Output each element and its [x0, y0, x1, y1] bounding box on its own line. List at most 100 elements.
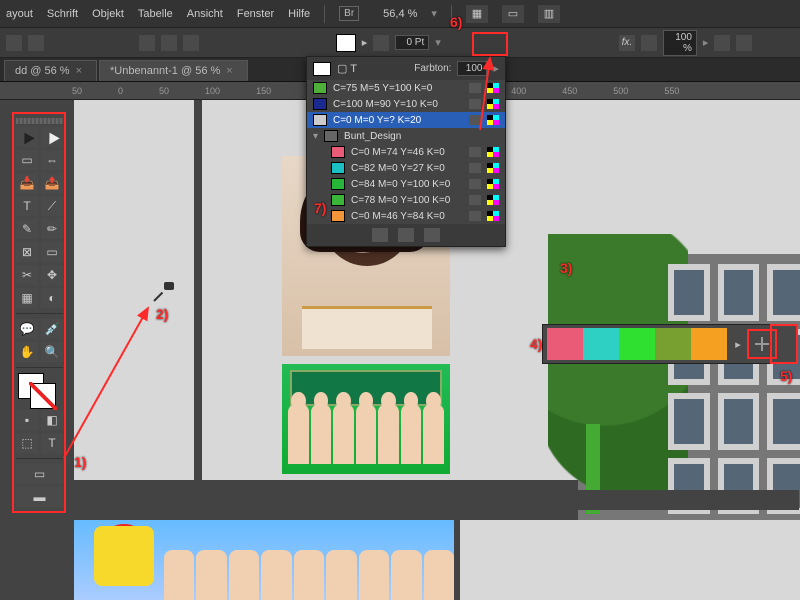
tint-field[interactable]: 100 — [457, 61, 487, 76]
theme-swatch-5[interactable] — [691, 328, 727, 360]
gap-tool[interactable]: ⇔ — [41, 150, 63, 170]
flip-v-icon[interactable] — [161, 35, 177, 51]
rectangle-frame-tool[interactable]: ⊠ — [16, 242, 38, 262]
zoom-tool[interactable]: 🔍 — [41, 342, 63, 362]
rotate-icon[interactable] — [183, 35, 199, 51]
control-bar: ▸ 0 Pt ▾ fx. 100 % ▸ — [0, 28, 800, 58]
apply-gradient-icon[interactable]: ◧ — [41, 410, 63, 430]
menu-hilfe[interactable]: Hilfe — [288, 8, 310, 20]
theme-swatch-4[interactable] — [655, 328, 691, 360]
pen-tool[interactable]: ✎ — [16, 219, 38, 239]
content-collector-tool[interactable]: 📥 — [16, 173, 38, 193]
direct-selection-tool[interactable] — [41, 127, 63, 147]
swatch-panel-header: ▢ T Farbton: 100 ▸ — [307, 57, 505, 80]
rectangle-tool[interactable]: ▭ — [41, 242, 63, 262]
container-text-toggle-icon[interactable]: ▢ T — [337, 62, 357, 75]
theme-swatch-2[interactable] — [583, 328, 619, 360]
doc-tab-dd[interactable]: dd @ 56 % × — [4, 60, 97, 81]
line-tool[interactable]: ⟋ — [41, 196, 63, 216]
opacity-icon[interactable] — [641, 35, 657, 51]
screen-mode-icon[interactable]: ▭ — [502, 5, 524, 23]
formatting-container-icon[interactable]: ⬚ — [16, 433, 38, 453]
page-left[interactable] — [74, 100, 194, 480]
empty-frame[interactable] — [460, 520, 800, 600]
gutter — [74, 490, 799, 510]
fill-stroke-proxy[interactable] — [16, 373, 63, 407]
stroke-weight-field[interactable]: 0 Pt — [395, 35, 429, 50]
page-tool[interactable]: ▭ — [16, 150, 38, 170]
link-icon[interactable] — [28, 35, 44, 51]
reference-point-icon[interactable] — [6, 35, 22, 51]
panel-grip[interactable] — [16, 118, 63, 124]
menu-schrift[interactable]: Schrift — [47, 8, 78, 20]
opacity-field[interactable]: 100 % — [663, 30, 697, 56]
arrange-docs-icon[interactable]: ▥ — [538, 5, 560, 23]
pencil-tool[interactable]: ✏ — [41, 219, 63, 239]
swatch-row[interactable]: C=100 M=90 Y=10 K=0 — [307, 96, 505, 112]
gradient-feather-tool[interactable]: ◐ — [41, 288, 63, 308]
menu-layout[interactable]: ayout — [6, 8, 33, 20]
zoom-level-field[interactable]: 56,4 % — [383, 8, 417, 20]
grid-plus-icon — [755, 337, 769, 351]
swatch-row[interactable]: C=78 M=0 Y=100 K=0 — [307, 192, 505, 208]
doc-tab-unbenannt[interactable]: *Unbenannt-1 @ 56 % × — [99, 60, 248, 81]
main-menu-bar: ayout Schrift Objekt Tabelle Ansicht Fen… — [0, 0, 800, 28]
eyedropper-tool[interactable]: 💉 — [41, 319, 63, 339]
menu-tabelle[interactable]: Tabelle — [138, 8, 173, 20]
swatch-row[interactable]: C=0 M=74 Y=46 K=0 — [307, 144, 505, 160]
empty-frame[interactable] — [208, 364, 276, 474]
formatting-text-icon[interactable]: T — [41, 433, 63, 453]
flip-h-icon[interactable] — [139, 35, 155, 51]
ruler-tick: 400 — [511, 86, 526, 96]
swatch-folder[interactable]: ▾Bunt_Design — [307, 128, 505, 144]
swatch-row[interactable]: C=0 M=0 Y=? K=20 — [307, 112, 505, 128]
apply-color-icon[interactable]: ▪ — [16, 410, 38, 430]
bridge-icon[interactable]: Br — [339, 6, 359, 21]
image-frame-playground[interactable] — [74, 520, 454, 600]
swatch-row[interactable]: C=75 M=5 Y=100 K=0 — [307, 80, 505, 96]
new-folder-icon[interactable] — [372, 228, 388, 242]
menu-objekt[interactable]: Objekt — [92, 8, 124, 20]
tab-label: dd @ 56 % — [15, 65, 70, 77]
ruler-tick: 50 — [159, 86, 169, 96]
corner-options-icon[interactable] — [736, 35, 752, 51]
theme-swatch-3[interactable] — [619, 328, 655, 360]
theme-swatch-1[interactable] — [547, 328, 583, 360]
view-options-icon[interactable]: ▦ — [466, 5, 488, 23]
swatch-list[interactable]: C=75 M=5 Y=100 K=0C=100 M=90 Y=10 K=0C=0… — [307, 80, 505, 224]
fx-icon[interactable]: fx. — [619, 35, 635, 51]
content-placer-tool[interactable]: 📤 — [41, 173, 63, 193]
swatch-row[interactable]: C=82 M=0 Y=27 K=0 — [307, 160, 505, 176]
swatch-panel-footer — [307, 224, 505, 246]
note-tool[interactable]: 💬 — [16, 319, 38, 339]
menu-fenster[interactable]: Fenster — [237, 8, 274, 20]
new-swatch-icon[interactable] — [398, 228, 414, 242]
ruler-tick: 500 — [613, 86, 628, 96]
fill-color-swatch[interactable] — [336, 34, 356, 52]
gradient-swatch-tool[interactable]: ▦ — [16, 288, 38, 308]
add-theme-to-swatches-button[interactable] — [747, 329, 777, 359]
close-icon[interactable]: × — [226, 65, 232, 77]
selection-tool[interactable] — [16, 127, 38, 147]
empty-frame[interactable] — [208, 156, 276, 356]
trash-icon[interactable] — [424, 228, 440, 242]
screen-mode-preview[interactable]: ▬ — [16, 487, 63, 507]
tint-label: Farbton: — [414, 63, 451, 74]
ruler-tick: 150 — [256, 86, 271, 96]
image-frame-classroom[interactable] — [282, 364, 450, 474]
scissors-tool[interactable]: ✂ — [16, 265, 38, 285]
ruler-tick: 100 — [205, 86, 220, 96]
type-tool[interactable]: T — [16, 196, 38, 216]
screen-mode-normal[interactable]: ▭ — [16, 464, 63, 484]
menu-ansicht[interactable]: Ansicht — [187, 8, 223, 20]
tab-label: *Unbenannt-1 @ 56 % — [110, 65, 220, 77]
theme-flyout-icon[interactable]: ▸ — [733, 338, 743, 351]
swatch-row[interactable]: C=84 M=0 Y=100 K=0 — [307, 176, 505, 192]
hand-tool[interactable]: ✋ — [16, 342, 38, 362]
stroke-icon[interactable] — [373, 35, 389, 51]
swatch-row[interactable]: C=0 M=46 Y=84 K=0 — [307, 208, 505, 224]
close-icon[interactable]: × — [76, 65, 82, 77]
free-transform-tool[interactable]: ✥ — [41, 265, 63, 285]
fill-proxy-icon[interactable] — [313, 62, 331, 76]
text-wrap-icon[interactable] — [714, 35, 730, 51]
